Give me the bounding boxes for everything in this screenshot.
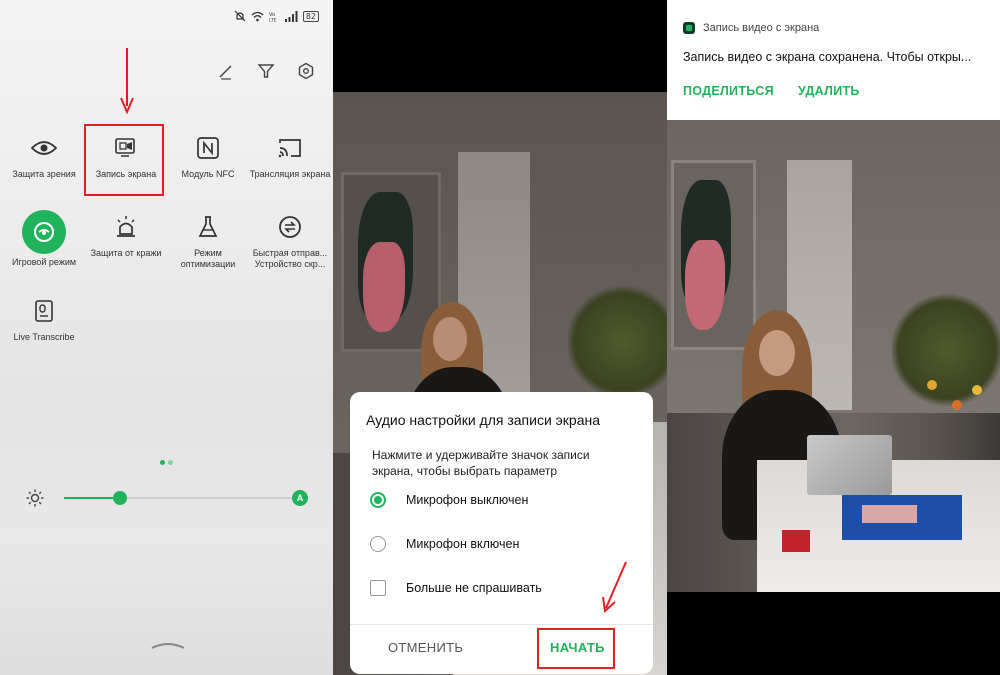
screen-recorder-icon (683, 22, 695, 34)
checkbox-dont-ask[interactable]: Больше не спрашивать (370, 580, 542, 596)
game-mode-icon (22, 210, 66, 254)
svg-text:Vo: Vo (269, 12, 275, 18)
cast-icon (278, 139, 301, 158)
dialog-description: Нажмите и удерживайте значок записи экра… (372, 448, 590, 478)
annotation-arrow (602, 561, 627, 613)
quick-settings-tools (217, 62, 315, 80)
notification-card[interactable]: Запись видео с экрана Запись видео с экр… (667, 0, 1000, 120)
share-button[interactable]: ПОДЕЛИТЬСЯ (683, 84, 774, 98)
transcribe-icon (35, 300, 53, 322)
tile-live-transcribe[interactable]: Live Transcribe (2, 296, 86, 343)
divider (350, 624, 653, 625)
notification-message: Запись видео с экрана сохранена. Чтобы о… (683, 50, 972, 64)
brightness-track[interactable] (64, 491, 298, 505)
tile-label: Защита зрения (12, 169, 76, 179)
signal-icon (284, 10, 298, 22)
notification-app-name: Запись видео с экрана (703, 22, 820, 34)
settings-icon[interactable] (297, 62, 315, 80)
brightness-fill (64, 497, 121, 499)
notification-screen: Запись видео с экрана Запись видео с экр… (667, 0, 1000, 675)
tile-label: Трансляция экрана (249, 169, 331, 179)
brightness-thumb[interactable] (113, 491, 128, 505)
edit-icon[interactable] (217, 62, 235, 80)
tile-label: Live Transcribe (13, 332, 75, 342)
annotation-arrow (120, 48, 134, 115)
status-bar: Vo LTE 82 (234, 10, 319, 22)
tile-label: Защита от кражи (90, 248, 162, 258)
tile-label: Игровой режим (11, 257, 77, 267)
wifi-icon (251, 11, 264, 21)
cancel-button[interactable]: ОТМЕНИТЬ (388, 640, 463, 655)
silent-icon (234, 10, 246, 22)
tile-optimization[interactable]: Режим оптимизации (166, 212, 250, 270)
tile-nfc[interactable]: Модуль NFC (166, 133, 250, 180)
quick-settings-panel: Vo LTE 82 Защита зрения Запись экрана Мод… (0, 0, 333, 675)
tile-label: Модуль NFC (181, 169, 235, 179)
checkbox[interactable] (370, 580, 386, 596)
nfc-icon (197, 137, 219, 159)
tile-cast[interactable]: Трансляция экрана (248, 133, 332, 180)
brightness-slider[interactable]: A (26, 488, 316, 508)
eye-icon (31, 141, 57, 155)
checkbox-label: Больше не спрашивать (406, 581, 542, 595)
tile-label: Быстрая отправ... Устройство скр... (252, 248, 328, 269)
option-mic-on[interactable]: Микрофон включен (370, 536, 519, 552)
tile-label: Режим оптимизации (180, 248, 236, 269)
letterbox (667, 592, 1000, 675)
panel-handle[interactable] (150, 640, 186, 650)
brightness-icon (26, 489, 44, 507)
radio-selected[interactable] (370, 492, 386, 508)
option-label: Микрофон выключен (406, 493, 529, 507)
background-photo (667, 120, 1000, 592)
option-mic-off[interactable]: Микрофон выключен (370, 492, 528, 508)
volte-icon: VoLTE (269, 12, 277, 22)
tile-theft-protection[interactable]: Защита от кражи (84, 212, 168, 259)
quick-share-icon (279, 216, 301, 238)
battery-icon: 82 (302, 10, 319, 22)
radio-unselected[interactable] (370, 536, 386, 552)
tile-eye-protection[interactable]: Защита зрения (2, 133, 86, 180)
filter-icon[interactable] (257, 62, 275, 80)
svg-text:LTE: LTE (269, 17, 277, 22)
option-label: Микрофон включен (406, 537, 520, 551)
delete-button[interactable]: УДАЛИТЬ (798, 84, 860, 98)
annotation-highlight (84, 124, 164, 196)
alarm-icon (117, 216, 135, 237)
dialog-title: Аудио настройки для записи экрана (366, 412, 601, 428)
flask-icon (198, 216, 218, 237)
tile-quick-send[interactable]: Быстрая отправ... Устройство скр... (248, 212, 332, 270)
auto-brightness-button[interactable]: A (292, 490, 308, 506)
annotation-highlight (537, 628, 615, 669)
page-indicator (160, 460, 173, 465)
tile-game-mode[interactable]: Игровой режим (2, 210, 86, 268)
